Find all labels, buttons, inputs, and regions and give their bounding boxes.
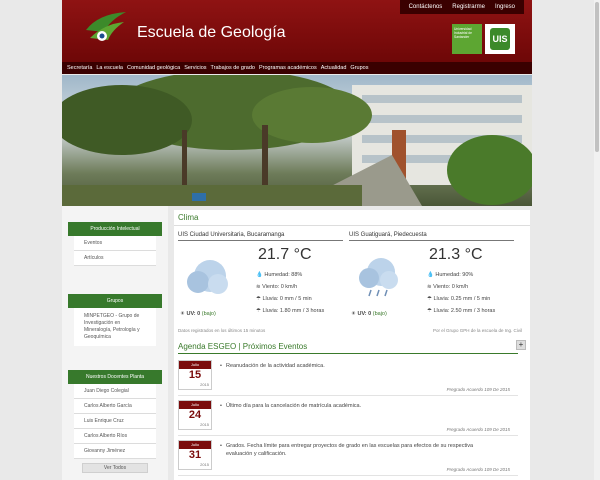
rain-5min-value: Lluvia: 0.25 mm / 5 min [433,296,491,302]
event-text[interactable]: Grados. Fecha límite para entregar proye… [220,442,496,458]
nav-servicios[interactable]: Servicios [182,62,208,74]
page-scrollbar[interactable] [594,0,600,480]
nav-programas[interactable]: Programas académicos [257,62,319,74]
scrollbar-thumb[interactable] [595,2,599,152]
humidity-value: Humedad: 90% [435,272,474,278]
uis-text-logo[interactable]: Universidad Industrial de Santander [452,24,482,54]
wind: ≋ Viento: 0 km/h [427,284,469,290]
nav-la-escuela[interactable]: La escuela [94,62,125,74]
rain-3h-value: Lluvia: 1.80 mm / 3 horas [262,308,325,314]
docente-item[interactable]: Juan Diego Colegial [74,384,156,399]
calendar-date: Julio 31 2015 [178,440,212,470]
site-header: Escuela de Geología Contáctenos Registra… [62,0,532,62]
uis-logo-text: UIS [490,28,510,50]
weather-station-1: UIS Ciudad Universitaria, Bucaramanga 21… [178,232,343,322]
grupos-title: Grupos [68,294,162,308]
calendar-date: Julio 24 2015 [178,400,212,430]
humidity: 💧 Humedad: 90% [427,272,474,278]
cloudy-icon [187,260,228,294]
docente-item[interactable]: Luis Enrique Cruz [74,414,156,429]
sidebar-item-eventos[interactable]: Eventos [74,236,156,251]
weather-footnote: Datos registrados en los últimos 15 minu… [178,328,266,333]
expand-button[interactable]: + [516,340,526,350]
nav-grupos[interactable]: Grupos [348,62,370,74]
sidebar: Producción Intelectual Eventos Artículos… [62,206,168,480]
rain-5min: ☂ Lluvia: 0 mm / 5 min [256,296,312,302]
uv-level: (bajo) [201,311,216,317]
event-text[interactable]: Reanudación de la actividad académica. [220,362,496,370]
agenda-event[interactable]: Julio 15 2015 Reanudación de la activida… [178,358,518,396]
event-meta: Pregrado Acuerdo 109 De 2015 [446,467,510,472]
event-year: 2015 [200,382,209,387]
calendar-date: Julio 15 2015 [178,360,212,390]
grupo-minpetgeo-link[interactable]: MINPETGEO - Grupo de Investigación en Mi… [74,308,156,346]
login-link[interactable]: Ingreso [490,0,520,14]
rain-3h: ☂ Lluvia: 1.80 mm / 3 horas [256,308,325,314]
uv-label: UV: 0 [357,311,372,317]
temperature: 21.3 °C [429,246,483,263]
humidity: 💧 Humedad: 88% [256,272,303,278]
rain-5min-value: Lluvia: 0 mm / 5 min [262,296,312,302]
wind-value: Viento: 0 km/h [262,284,298,290]
rain-cloud-icon [359,258,398,297]
uv-label: UV: 0 [186,311,201,317]
weather-credit: Por el Grupo GPH de la escuela de Ing. C… [432,328,522,333]
geology-logo-icon[interactable] [84,10,128,46]
main-content: Clima UIS Ciudad Universitaria, Bucarama… [174,210,530,480]
sidebar-item-articulos[interactable]: Artículos [74,251,156,266]
uv-index: ☀ UV: 0 (bajo) [180,311,216,317]
site-title[interactable]: Escuela de Geología [137,24,286,42]
docentes-widget: Nuestros Docentes Planta Juan Diego Cole… [68,370,162,473]
rain-3h-value: Lluvia: 2.50 mm / 3 horas [433,308,496,314]
event-day: 15 [188,369,202,381]
contact-link[interactable]: Contáctenos [404,0,448,14]
weather-station-2: UIS Guatiguará, Piedecuesta 21.3 °C 💧 Hu… [349,232,514,322]
event-meta: Pregrado Acuerdo 109 De 2015 [446,387,510,392]
agenda-title[interactable]: Agenda ESGEO | Próximos Eventos [178,342,518,354]
station-location[interactable]: UIS Guatiguará, Piedecuesta [349,232,514,241]
docente-item[interactable]: Carlos Alberto García [74,399,156,414]
rain-5min: ☂ Lluvia: 0.25 mm / 5 min [427,296,491,302]
humidity-value: Humedad: 88% [264,272,303,278]
wind: ≋ Viento: 0 km/h [256,284,298,290]
uv-level: (bajo) [372,311,387,317]
temperature: 21.7 °C [258,246,312,263]
docente-item[interactable]: Carlos Alberto Ríos [74,429,156,444]
station-location[interactable]: UIS Ciudad Universitaria, Bucaramanga [178,232,343,241]
ver-todos-button[interactable]: Ver Todos [82,463,148,473]
produccion-widget: Producción Intelectual Eventos Artículos [68,222,162,266]
nav-comunidad[interactable]: Comunidad geológica [125,62,182,74]
nav-trabajos[interactable]: Trabajos de grado [209,62,257,74]
top-links: Contáctenos Registrarme Ingreso [399,0,524,14]
rain-3h: ☂ Lluvia: 2.50 mm / 3 horas [427,308,496,314]
produccion-title: Producción Intelectual [68,222,162,236]
event-month: Julio [179,361,211,369]
uv-index: ☀ UV: 0 (bajo) [351,311,387,317]
agenda-event[interactable]: Julio 24 2015 Último día para la cancela… [178,398,518,436]
event-year: 2015 [200,462,209,467]
uis-logo[interactable]: UIS [485,24,515,54]
docentes-title: Nuestros Docentes Planta [68,370,162,384]
event-month: Julio [179,441,211,449]
page-wrapper: Escuela de Geología Contáctenos Registra… [62,0,532,480]
agenda-event[interactable]: Julio 31 2015 Grados. Fecha límite para … [178,438,518,476]
event-month: Julio [179,401,211,409]
campus-photo [62,75,532,206]
nav-secretaria[interactable]: Secretaría [65,62,94,74]
campus-photo-illustration [62,75,532,206]
event-meta: Pregrado Acuerdo 109 De 2015 [446,427,510,432]
nav-actualidad[interactable]: Actualidad [319,62,349,74]
event-day: 24 [188,409,202,421]
event-day: 31 [188,449,202,461]
wind-value: Viento: 0 km/h [433,284,469,290]
grupos-widget: Grupos MINPETGEO - Grupo de Investigació… [68,294,162,346]
main-nav: Secretaría La escuela Comunidad geológic… [62,62,532,74]
clima-title: Clima [174,210,530,226]
event-year: 2015 [200,422,209,427]
register-link[interactable]: Registrarme [447,0,490,14]
docente-item[interactable]: Giovanny Jiménez [74,444,156,459]
event-text[interactable]: Último día para la cancelación de matríc… [220,402,496,410]
